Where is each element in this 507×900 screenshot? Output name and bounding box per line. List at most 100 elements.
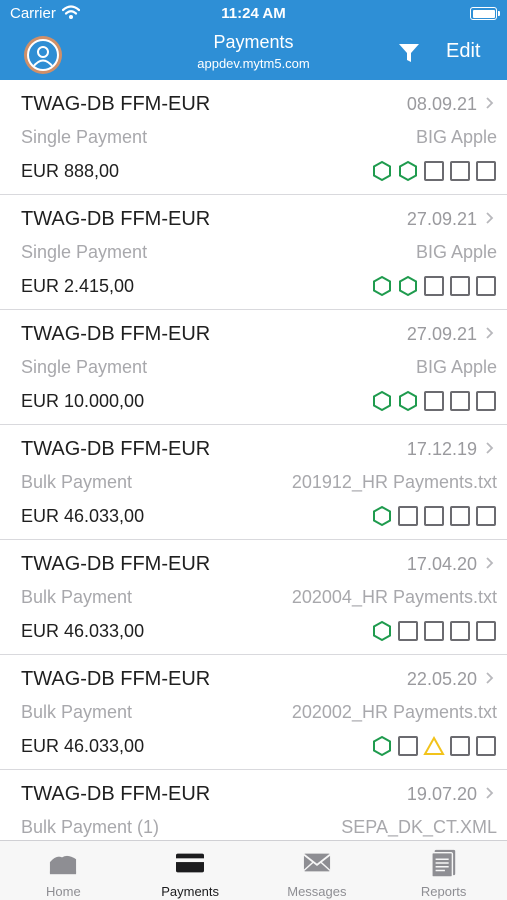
approval-status-icons xyxy=(371,735,497,757)
payment-amount: EUR 46.033,00 xyxy=(21,621,145,641)
payment-amount: EUR 888,00 xyxy=(21,161,120,181)
navigation-bar: Payments appdev.mytm5.com Edit xyxy=(0,28,507,80)
payment-row[interactable]: TWAG-DB FFM-EUR 19.07.20 Bulk Payment (1) S… xyxy=(0,770,507,840)
pending-square-icon xyxy=(450,736,470,756)
payment-reference: BIG Apple xyxy=(415,127,497,147)
battery-icon xyxy=(470,7,500,20)
approved-hexagon-icon xyxy=(373,735,391,757)
payment-account: TWAG-DB FFM-EUR xyxy=(21,438,211,460)
chevron-right-icon xyxy=(486,97,494,109)
pending-square-icon xyxy=(476,276,496,296)
payment-reference: BIG Apple xyxy=(415,357,497,377)
tab-label: Payments xyxy=(161,884,220,899)
payment-date: 22.05.20 xyxy=(406,669,477,689)
payment-amount: EUR 46.033,00 xyxy=(21,506,145,526)
payment-type: Single Payment xyxy=(21,242,148,262)
approved-hexagon-icon xyxy=(399,275,417,297)
pending-square-icon xyxy=(424,506,444,526)
tab-reports[interactable]: Reports xyxy=(380,841,507,900)
payments-list: TWAG-DB FFM-EUR 08.09.21 Single Payment BIG… xyxy=(0,80,507,840)
tab-messages[interactable]: Messages xyxy=(254,841,381,900)
chevron-right-icon xyxy=(486,327,494,339)
payment-date: 19.07.20 xyxy=(406,784,477,804)
payment-type: Bulk Payment xyxy=(21,587,133,607)
pending-square-icon xyxy=(450,161,470,181)
payment-row[interactable]: TWAG-DB FFM-EUR 17.04.20 Bulk Payment 20200… xyxy=(0,540,507,655)
payment-reference: SEPA_DK_CT.XML xyxy=(341,817,497,837)
tab-bar: Home Payments Messages Reports xyxy=(0,840,507,900)
payment-account: TWAG-DB FFM-EUR xyxy=(21,553,211,575)
envelope-icon xyxy=(303,853,331,872)
approved-hexagon-icon xyxy=(373,390,391,412)
status-time: 11:24 AM xyxy=(221,5,286,22)
payment-row[interactable]: TWAG-DB FFM-EUR 27.09.21 Single Payment BIG… xyxy=(0,310,507,425)
payment-date: 17.04.20 xyxy=(406,554,477,574)
payment-row[interactable]: TWAG-DB FFM-EUR 17.12.19 Bulk Payment 20191… xyxy=(0,425,507,540)
payment-type: Bulk Payment xyxy=(21,702,133,722)
page-title: Payments xyxy=(213,32,294,52)
payment-row[interactable]: TWAG-DB FFM-EUR 08.09.21 Single Payment BIG… xyxy=(0,80,507,195)
approved-hexagon-icon xyxy=(399,390,417,412)
payment-reference: 201912_HR Payments.txt xyxy=(291,472,497,492)
payment-type: Single Payment xyxy=(21,357,148,377)
reports-document-icon xyxy=(430,849,455,877)
tab-label: Reports xyxy=(420,884,467,899)
payment-date: 17.12.19 xyxy=(406,439,477,459)
pending-square-icon xyxy=(476,621,496,641)
pending-square-icon xyxy=(450,391,470,411)
pending-square-icon xyxy=(398,621,418,641)
chevron-right-icon xyxy=(486,442,494,454)
pending-square-icon xyxy=(424,161,444,181)
payment-reference: 202004_HR Payments.txt xyxy=(291,587,497,607)
payment-date: 27.09.21 xyxy=(406,324,477,344)
pending-square-icon xyxy=(424,276,444,296)
approved-hexagon-icon xyxy=(373,160,391,182)
page-subtitle: appdev.mytm5.com xyxy=(197,56,310,71)
payment-type: Bulk Payment (1) xyxy=(21,817,160,837)
payment-account: TWAG-DB FFM-EUR xyxy=(21,668,211,690)
tab-payments[interactable]: Payments xyxy=(127,841,254,900)
payment-account: TWAG-DB FFM-EUR xyxy=(21,323,211,345)
tab-home[interactable]: Home xyxy=(0,841,127,900)
payment-date: 27.09.21 xyxy=(406,209,477,229)
warning-triangle-icon xyxy=(423,735,445,755)
chevron-right-icon xyxy=(486,787,494,799)
filter-icon[interactable] xyxy=(397,41,421,65)
approval-status-icons xyxy=(371,390,497,412)
payment-reference: 202002_HR Payments.txt xyxy=(291,702,497,722)
payment-account: TWAG-DB FFM-EUR xyxy=(21,208,211,230)
pending-square-icon xyxy=(476,391,496,411)
payment-account: TWAG-DB FFM-EUR xyxy=(21,783,211,805)
pending-square-icon xyxy=(476,506,496,526)
approved-hexagon-icon xyxy=(373,275,391,297)
chevron-right-icon xyxy=(486,672,494,684)
edit-button[interactable]: Edit xyxy=(446,40,480,63)
pending-square-icon xyxy=(424,391,444,411)
pending-square-icon xyxy=(398,736,418,756)
pending-square-icon xyxy=(476,736,496,756)
home-icon xyxy=(50,855,77,875)
approval-status-icons xyxy=(371,160,497,182)
chevron-right-icon xyxy=(486,212,494,224)
tab-label: Home xyxy=(46,884,81,899)
pending-square-icon xyxy=(398,506,418,526)
pending-square-icon xyxy=(450,621,470,641)
pending-square-icon xyxy=(450,506,470,526)
payment-date: 08.09.21 xyxy=(406,94,477,114)
payment-row[interactable]: TWAG-DB FFM-EUR 22.05.20 Bulk Payment 20200… xyxy=(0,655,507,770)
payments-card-icon xyxy=(176,853,205,873)
approved-hexagon-icon xyxy=(373,505,391,527)
pending-square-icon xyxy=(424,621,444,641)
payment-amount: EUR 46.033,00 xyxy=(21,736,145,756)
payment-type: Single Payment xyxy=(21,127,148,147)
payment-reference: BIG Apple xyxy=(415,242,497,262)
approved-hexagon-icon xyxy=(373,620,391,642)
chevron-right-icon xyxy=(486,557,494,569)
payment-type: Bulk Payment xyxy=(21,472,133,492)
payment-row[interactable]: TWAG-DB FFM-EUR 27.09.21 Single Payment BIG… xyxy=(0,195,507,310)
tab-label: Messages xyxy=(287,884,347,899)
approval-status-icons xyxy=(371,505,497,527)
payment-account: TWAG-DB FFM-EUR xyxy=(21,93,211,115)
payment-amount: EUR 10.000,00 xyxy=(21,391,145,411)
approval-status-icons xyxy=(371,620,497,642)
